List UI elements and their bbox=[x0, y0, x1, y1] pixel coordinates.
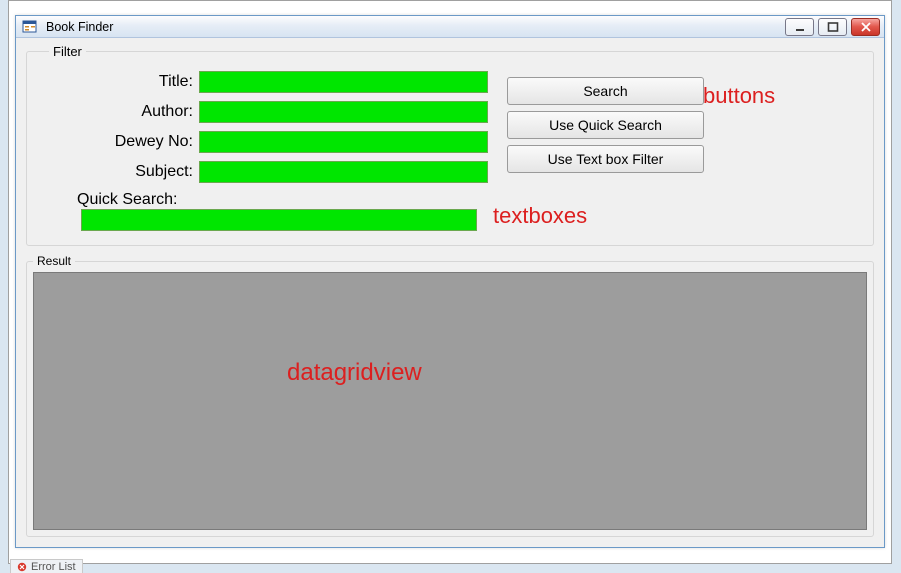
use-quick-search-button[interactable]: Use Quick Search bbox=[507, 111, 704, 139]
row-title: Title: bbox=[49, 67, 855, 97]
error-list-label: Error List bbox=[31, 561, 76, 573]
error-list-tab[interactable]: Error List bbox=[10, 559, 83, 573]
row-subject: Subject: bbox=[49, 157, 855, 187]
client-area: Filter Title: Author: Dewey No: Subject: bbox=[16, 38, 884, 547]
input-title[interactable] bbox=[199, 71, 488, 93]
titlebar[interactable]: Book Finder bbox=[16, 16, 884, 38]
use-textbox-filter-button[interactable]: Use Text box Filter bbox=[507, 145, 704, 173]
input-author[interactable] bbox=[199, 101, 488, 123]
close-button[interactable] bbox=[851, 18, 880, 36]
result-legend: Result bbox=[33, 254, 75, 268]
input-quick-search[interactable] bbox=[81, 209, 477, 231]
filter-groupbox: Filter Title: Author: Dewey No: Subject: bbox=[26, 44, 874, 246]
input-dewey[interactable] bbox=[199, 131, 488, 153]
minimize-button[interactable] bbox=[785, 18, 814, 36]
button-column: Search Use Quick Search Use Text box Fil… bbox=[507, 77, 704, 173]
form-icon bbox=[22, 19, 38, 35]
label-title: Title: bbox=[49, 73, 199, 91]
datagridview[interactable] bbox=[33, 272, 867, 530]
label-dewey: Dewey No: bbox=[49, 133, 199, 151]
window-buttons bbox=[785, 18, 880, 36]
error-icon bbox=[17, 562, 27, 572]
input-subject[interactable] bbox=[199, 161, 488, 183]
window-title: Book Finder bbox=[44, 20, 779, 34]
filter-legend: Filter bbox=[49, 44, 86, 59]
row-author: Author: bbox=[49, 97, 855, 127]
maximize-button[interactable] bbox=[818, 18, 847, 36]
designer-surface: Book Finder Filter Title: bbox=[8, 0, 892, 564]
row-dewey: Dewey No: bbox=[49, 127, 855, 157]
label-subject: Subject: bbox=[49, 163, 199, 181]
label-author: Author: bbox=[49, 103, 199, 121]
form-window: Book Finder Filter Title: bbox=[15, 15, 885, 548]
label-quick-search: Quick Search: bbox=[77, 191, 855, 209]
result-groupbox: Result bbox=[26, 254, 874, 537]
search-button[interactable]: Search bbox=[507, 77, 704, 105]
